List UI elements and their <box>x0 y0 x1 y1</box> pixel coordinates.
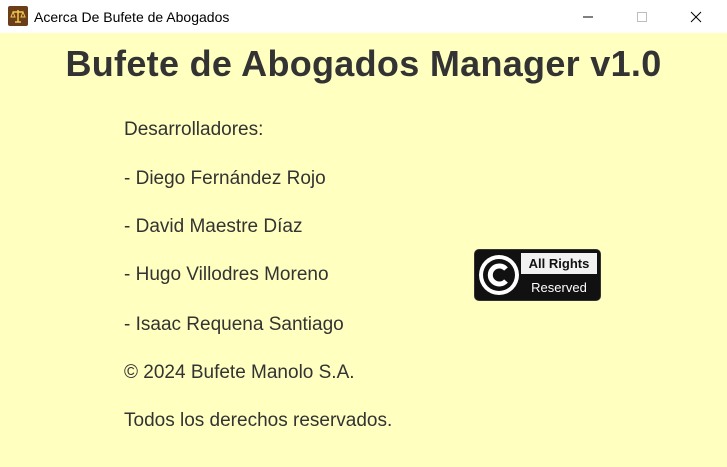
maximize-button[interactable] <box>619 0 665 33</box>
badge-line2: Reserved <box>531 280 587 295</box>
developers-label: Desarrolladores: <box>124 119 264 140</box>
window-title: Acerca De Bufete de Abogados <box>34 9 230 25</box>
minimize-button[interactable] <box>565 0 611 33</box>
close-icon <box>690 11 702 22</box>
all-rights-reserved-badge: All Rights Reserved <box>475 250 600 300</box>
developer-item: - Hugo Villodres Moreno <box>124 264 329 285</box>
rights-text: Todos los derechos reservados. <box>124 410 393 431</box>
close-button[interactable] <box>673 0 719 33</box>
developer-item: - Diego Fernández Rojo <box>124 168 326 189</box>
copyright-text: © 2024 Bufete Manolo S.A. <box>124 362 355 383</box>
minimize-icon <box>583 16 593 17</box>
about-panel: Bufete de Abogados Manager v1.0 Desarrol… <box>0 33 727 467</box>
copyright-icon <box>479 255 519 295</box>
maximize-icon <box>637 11 647 22</box>
developer-item: - Isaac Requena Santiago <box>124 314 344 335</box>
badge-line1: All Rights <box>529 256 590 271</box>
page-title: Bufete de Abogados Manager v1.0 <box>65 43 662 84</box>
developer-item: - David Maestre Díaz <box>124 216 303 237</box>
scales-of-justice-icon <box>8 6 28 26</box>
title-bar: Acerca De Bufete de Abogados <box>0 0 727 33</box>
